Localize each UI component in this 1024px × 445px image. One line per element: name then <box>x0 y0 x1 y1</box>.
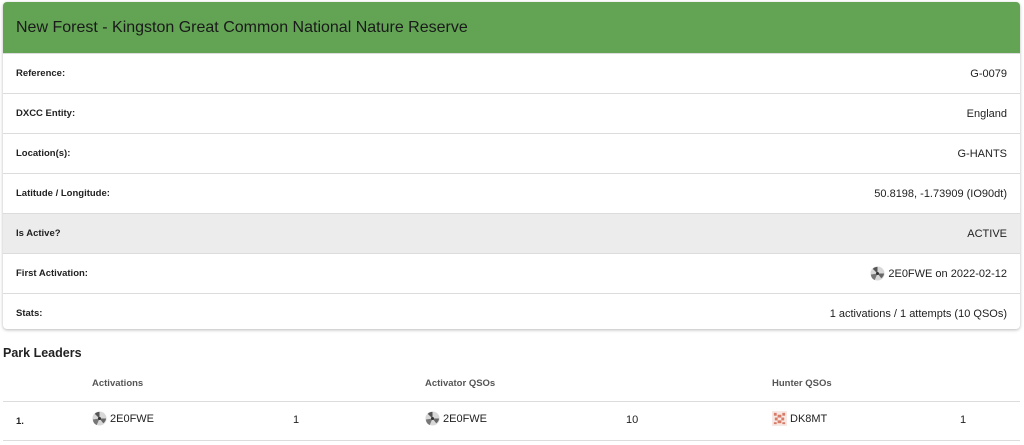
detail-label: Latitude / Longitude: <box>16 188 110 199</box>
detail-value: 1 activations / 1 attempts (10 QSOs) <box>829 307 1007 320</box>
detail-label: Stats: <box>16 308 43 319</box>
detail-row-stats: Stats: 1 activations / 1 attempts (10 QS… <box>3 293 1020 329</box>
detail-value: ACTIVE <box>967 227 1007 240</box>
hunter-qsos-user-link[interactable]: DK8MT <box>772 411 827 426</box>
detail-value: G-0079 <box>970 67 1007 80</box>
detail-row-is-active: Is Active? ACTIVE <box>3 213 1020 253</box>
column-header-hunter-qsos: Hunter QSOs <box>772 378 832 389</box>
detail-row-first-activation: First Activation: 2E0FWE on 2022-02-12 <box>3 253 1020 293</box>
detail-label: First Activation: <box>16 268 88 279</box>
detail-value: 50.8198, -1.73909 (IO90dt) <box>874 187 1007 200</box>
first-activation-link[interactable]: 2E0FWE on 2022-02-12 <box>870 266 1007 281</box>
detail-label: DXCC Entity: <box>16 108 76 119</box>
activator-qsos-count: 10 <box>626 414 639 426</box>
hunter-qsos-count: 1 <box>960 414 967 426</box>
detail-value: England <box>966 107 1007 120</box>
park-leaders-table: Activations Activator QSOs Hunter QSOs 1… <box>3 370 1020 441</box>
hunter-qsos-callsign: DK8MT <box>790 412 828 425</box>
detail-row-reference: Reference: G-0079 <box>3 53 1020 93</box>
detail-value: G-HANTS <box>957 147 1008 160</box>
detail-label: Reference: <box>16 68 66 79</box>
detail-row-locations: Location(s): G-HANTS <box>3 133 1020 173</box>
identicon-avatar-icon <box>772 411 787 426</box>
park-title: New Forest - Kingston Great Common Natio… <box>3 2 1020 53</box>
user-avatar-icon <box>870 266 885 281</box>
table-row: 1. 2E0FWE 1 2E0FWE 10 DK8MT 1 <box>3 402 1020 441</box>
user-avatar-icon <box>92 411 107 426</box>
activations-count: 1 <box>293 414 300 426</box>
park-title-text: New Forest - Kingston Great Common Natio… <box>16 18 468 36</box>
detail-label: Is Active? <box>16 228 61 239</box>
leaders-header-row: Activations Activator QSOs Hunter QSOs <box>3 370 1020 402</box>
park-leaders-title: Park Leaders <box>3 346 82 360</box>
first-activation-text: 2E0FWE on 2022-02-12 <box>888 267 1007 280</box>
activations-callsign: 2E0FWE <box>110 412 155 425</box>
user-avatar-icon <box>425 411 440 426</box>
park-details-card: New Forest - Kingston Great Common Natio… <box>3 2 1020 329</box>
detail-row-lat-long: Latitude / Longitude: 50.8198, -1.73909 … <box>3 173 1020 213</box>
activations-user-link[interactable]: 2E0FWE <box>92 411 154 426</box>
column-header-activator-qsos: Activator QSOs <box>425 378 496 389</box>
activator-qsos-user-link[interactable]: 2E0FWE <box>425 411 487 426</box>
activator-qsos-callsign: 2E0FWE <box>443 412 488 425</box>
column-header-activations: Activations <box>92 378 144 389</box>
rank: 1. <box>16 416 24 427</box>
detail-label: Location(s): <box>16 148 71 159</box>
detail-row-dxcc: DXCC Entity: England <box>3 93 1020 133</box>
